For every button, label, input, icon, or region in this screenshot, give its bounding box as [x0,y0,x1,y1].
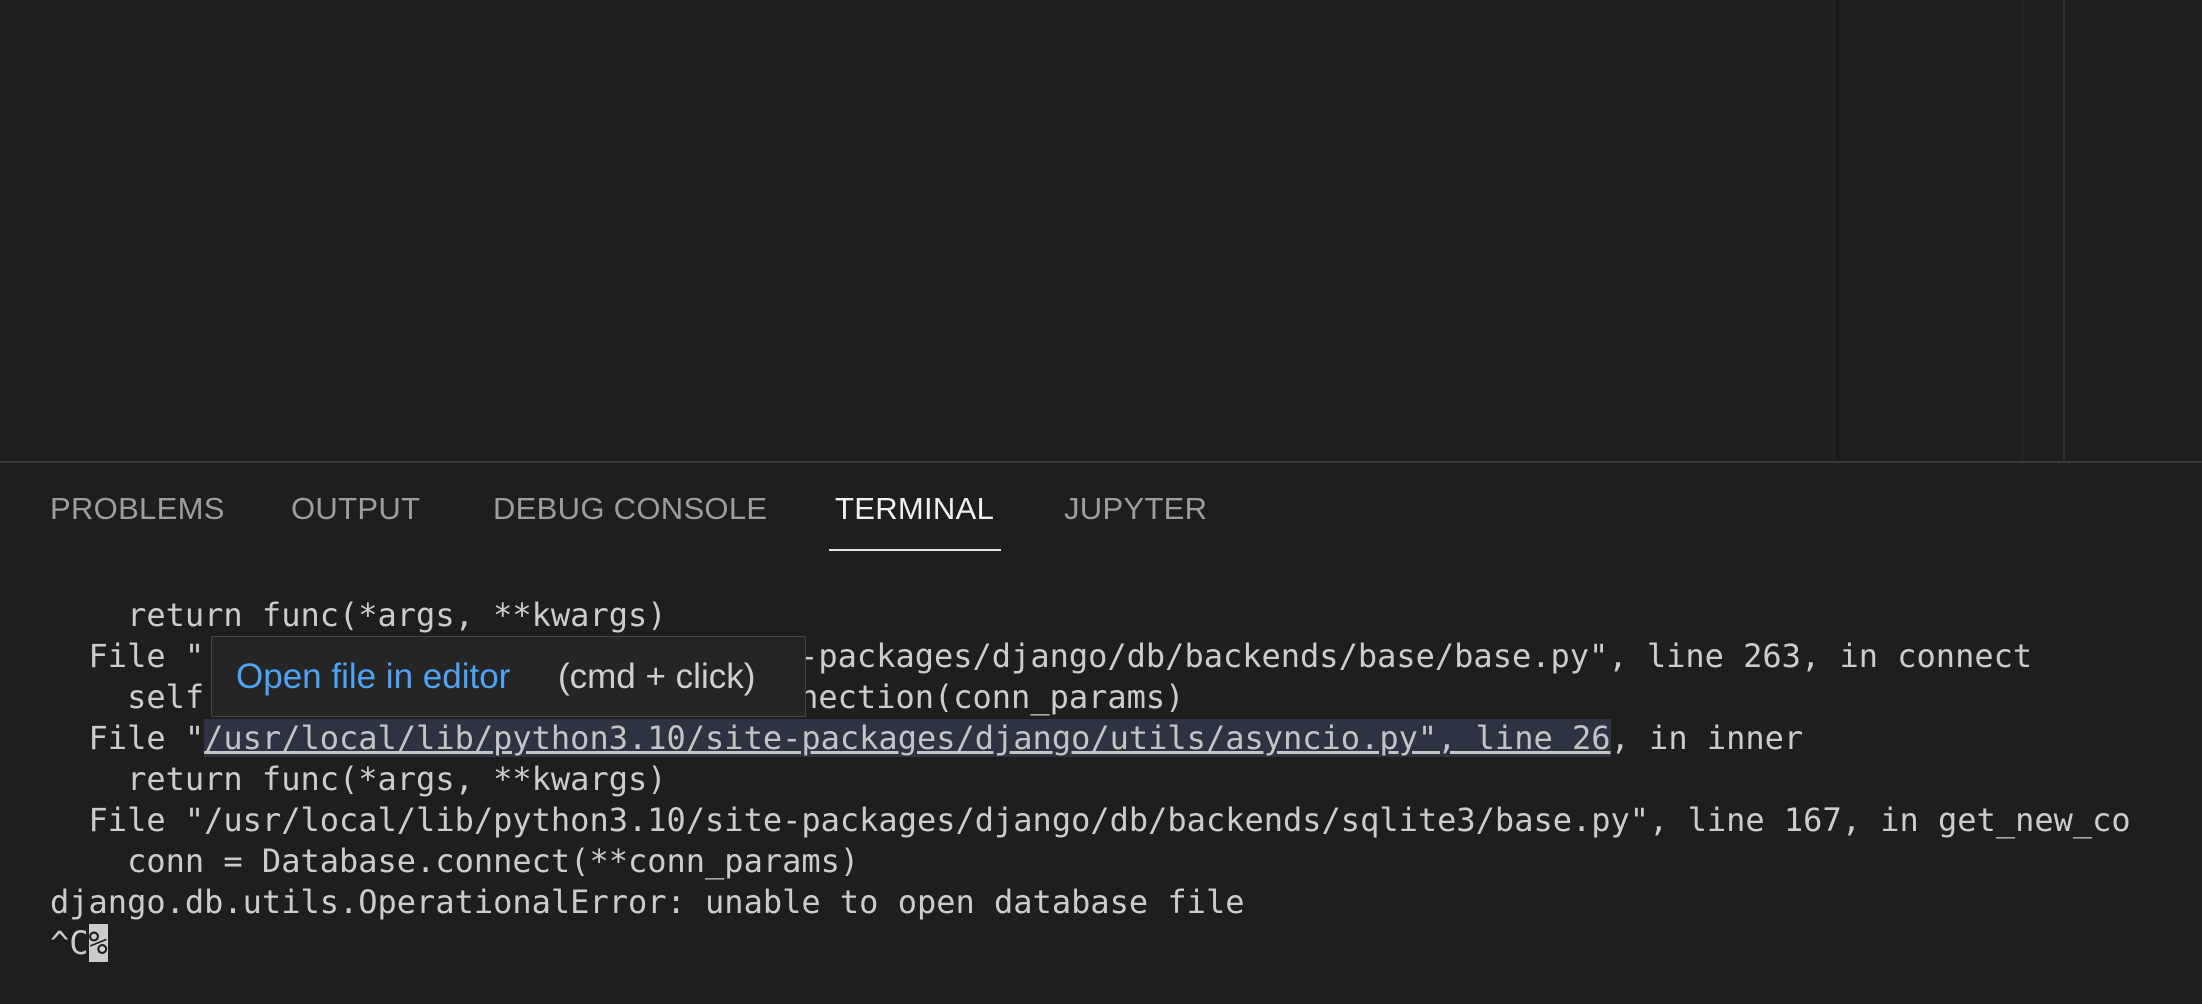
terminal-cursor: % [88,924,108,962]
terminal-text: return func(*args, **kwargs) [50,760,667,798]
open-file-in-editor-link[interactable]: Open file in editor [236,657,510,697]
terminal-text: -packages/django/db/backends/base/base.p… [799,637,2033,675]
terminal-line: File "/usr/local/lib/python3.10/site-pac… [50,718,1803,759]
terminal-text: , in inner [1610,719,1804,757]
terminal-line: ^C% [50,923,108,964]
terminal-line: return func(*args, **kwargs) [50,759,667,800]
terminal-text: return func(*args, **kwargs) [50,596,667,634]
panel-tabs: PROBLEMS OUTPUT DEBUG CONSOLE TERMINAL J… [0,463,2202,553]
active-tab-indicator [829,549,1001,551]
terminal-line: File "/usr/local/lib/python3.10/site-pac… [50,800,2131,841]
terminal-text: ^C [50,924,89,962]
bottom-panel: PROBLEMS OUTPUT DEBUG CONSOLE TERMINAL J… [0,463,2202,1004]
terminal-line: conn = Database.connect(**conn_params) [50,841,859,882]
scrollbar-divider[interactable] [2063,0,2065,461]
link-hover-tooltip: Open file in editor (cmd + click) [211,636,806,717]
tab-problems[interactable]: PROBLEMS [50,491,225,527]
tab-jupyter[interactable]: JUPYTER [1064,491,1207,527]
terminal-text: nection(conn_params) [799,678,1185,716]
terminal-line: return func(*args, **kwargs) [50,595,667,636]
tab-output[interactable]: OUTPUT [291,491,420,527]
terminal-text: conn = Database.connect(**conn_params) [50,842,860,880]
terminal-text: File " [50,637,205,675]
terminal-text: File " [50,719,205,757]
tab-terminal[interactable]: TERMINAL [835,491,994,527]
overview-ruler-divider [2022,0,2023,461]
file-path-link[interactable]: /usr/local/lib/python3.10/site-packages/… [204,719,1611,757]
editor-area[interactable] [0,0,2202,461]
tab-debug-console[interactable]: DEBUG CONSOLE [493,491,767,527]
tooltip-shortcut-hint: (cmd + click) [558,657,756,696]
terminal-line: django.db.utils.OperationalError: unable… [50,882,1244,923]
terminal-text: self [50,678,205,716]
terminal-text: File "/usr/local/lib/python3.10/site-pac… [50,801,2131,839]
error-message: django.db.utils.OperationalError: unable… [50,883,1245,921]
